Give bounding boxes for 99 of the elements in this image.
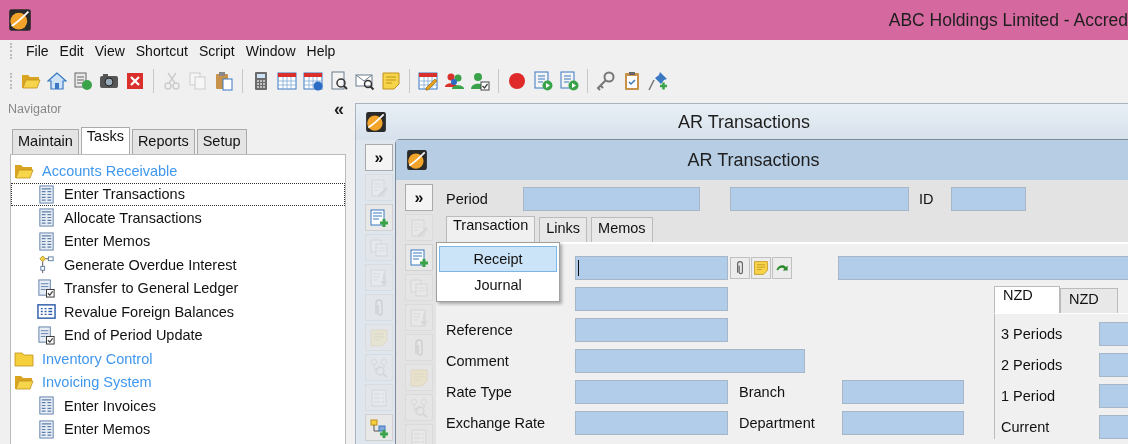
tree-item[interactable]: Allocate Transactions [64, 209, 202, 226]
pin-plus-icon[interactable] [648, 71, 668, 91]
calendar-pencil-icon[interactable] [418, 71, 438, 91]
tree-item[interactable]: Transfer to General Ledger [64, 280, 239, 297]
close-icon[interactable] [125, 71, 145, 91]
period-field[interactable] [523, 186, 700, 211]
tab[interactable]: Tasks [80, 127, 130, 154]
tab[interactable]: Reports [131, 129, 195, 154]
field-label: Rate Type [446, 383, 513, 400]
app-logo-icon [8, 8, 32, 32]
tab[interactable]: Links [539, 217, 588, 242]
text-field[interactable] [1099, 352, 1128, 377]
envelope-search-icon[interactable] [355, 71, 375, 91]
menu-item[interactable]: Script [198, 43, 235, 59]
camera-icon[interactable] [99, 71, 119, 91]
tree-item[interactable]: Generate Overdue Interest [64, 256, 237, 273]
field-label: 1 Period [1001, 387, 1056, 404]
menu-item[interactable]: Journal [439, 272, 557, 298]
key-icon[interactable] [596, 71, 616, 91]
field-label: Period [446, 190, 489, 207]
field-label: ID [919, 190, 935, 207]
menu-item[interactable]: Window [245, 43, 296, 59]
database-refresh-icon[interactable] [73, 71, 93, 91]
document-play-icon[interactable] [559, 71, 579, 91]
text-field[interactable] [575, 255, 728, 280]
grid-document-icon [37, 419, 56, 439]
app-logo-icon [365, 111, 387, 133]
grid-document-icon [37, 208, 56, 228]
home-icon[interactable] [47, 71, 67, 91]
table-icon [37, 302, 56, 322]
clipboard-icon[interactable] [622, 71, 642, 91]
field-label: Branch [739, 383, 786, 400]
field-label: Reference [446, 321, 514, 338]
tree-item[interactable]: Revalue Foreign Balances [64, 303, 235, 320]
text-field[interactable] [842, 410, 964, 435]
id-field[interactable] [951, 186, 1026, 211]
menu-item[interactable]: Help [306, 43, 336, 59]
text-field[interactable] [842, 379, 964, 404]
note-icon[interactable] [381, 71, 401, 91]
field-label: Department [739, 414, 816, 431]
grid-document-icon [37, 396, 56, 416]
tab[interactable]: Transaction [446, 216, 536, 242]
paste-icon[interactable] [214, 71, 234, 91]
field-label: 3 Periods [1001, 325, 1064, 342]
panel-title: Navigator [8, 102, 62, 116]
text-field[interactable] [838, 255, 1128, 280]
document-check-icon [37, 278, 56, 298]
period-field[interactable] [730, 186, 909, 211]
tree-item[interactable]: End of Period Update [64, 327, 203, 344]
calendar-info-icon[interactable] [303, 71, 323, 91]
text-field[interactable] [575, 379, 728, 404]
window-title: AR Transactions [676, 111, 812, 133]
collapse-button[interactable]: « [334, 98, 344, 120]
field-label: Exchange Rate [446, 414, 547, 431]
tree-item[interactable]: Enter Transactions [64, 186, 185, 203]
app-logo-icon [406, 149, 428, 171]
expand-button[interactable]: » [365, 144, 393, 171]
tree-item[interactable]: Enter Memos [64, 233, 151, 250]
text-field[interactable] [575, 410, 728, 435]
tab[interactable]: Setup [196, 129, 247, 154]
document-search-icon[interactable] [329, 71, 349, 91]
calendar-icon[interactable] [277, 71, 297, 91]
window-title: ABC Holdings Limited - Accred [888, 9, 1128, 31]
document-plus-icon[interactable] [409, 247, 429, 268]
person-check-icon[interactable] [470, 71, 490, 91]
arrow-button[interactable] [772, 256, 792, 279]
text-field[interactable] [1099, 414, 1128, 439]
menu-item[interactable]: Receipt [439, 246, 557, 272]
text-field[interactable] [575, 286, 728, 311]
window-title: AR Transactions [686, 149, 821, 171]
text-field[interactable] [575, 348, 805, 373]
menu-item[interactable]: Shortcut [135, 43, 188, 59]
field-label: Comment [446, 352, 510, 369]
menu-item[interactable]: Edit [59, 43, 84, 59]
field-label: Current [1001, 418, 1051, 435]
record-icon[interactable] [507, 71, 527, 91]
grid-document-icon [37, 184, 56, 204]
paperclip-button[interactable] [730, 256, 750, 279]
script-play-icon[interactable] [533, 71, 553, 91]
tree-plus-icon[interactable] [369, 417, 389, 438]
people-icon[interactable] [444, 71, 464, 91]
field-label: 2 Periods [1001, 356, 1064, 373]
tab[interactable]: NZD [994, 286, 1060, 313]
grid-document-icon [37, 231, 56, 251]
tab[interactable]: Memos [591, 217, 653, 242]
menu-item[interactable]: File [26, 43, 49, 59]
menu-item[interactable]: View [94, 43, 125, 59]
text-field[interactable] [1099, 383, 1128, 408]
tree-item[interactable]: Enter Invoices [64, 397, 156, 414]
tree-item[interactable]: Enter Memos [64, 421, 151, 438]
tab[interactable]: NZD [1060, 288, 1118, 313]
flowchart-icon [37, 255, 56, 275]
note-icon [753, 259, 769, 276]
expand-button[interactable]: » [405, 184, 433, 211]
tab[interactable]: Maintain [12, 129, 79, 154]
text-field[interactable] [1099, 321, 1128, 346]
document-check-icon [37, 325, 56, 345]
text-field[interactable] [575, 317, 728, 342]
document-plus-icon[interactable] [369, 207, 389, 228]
